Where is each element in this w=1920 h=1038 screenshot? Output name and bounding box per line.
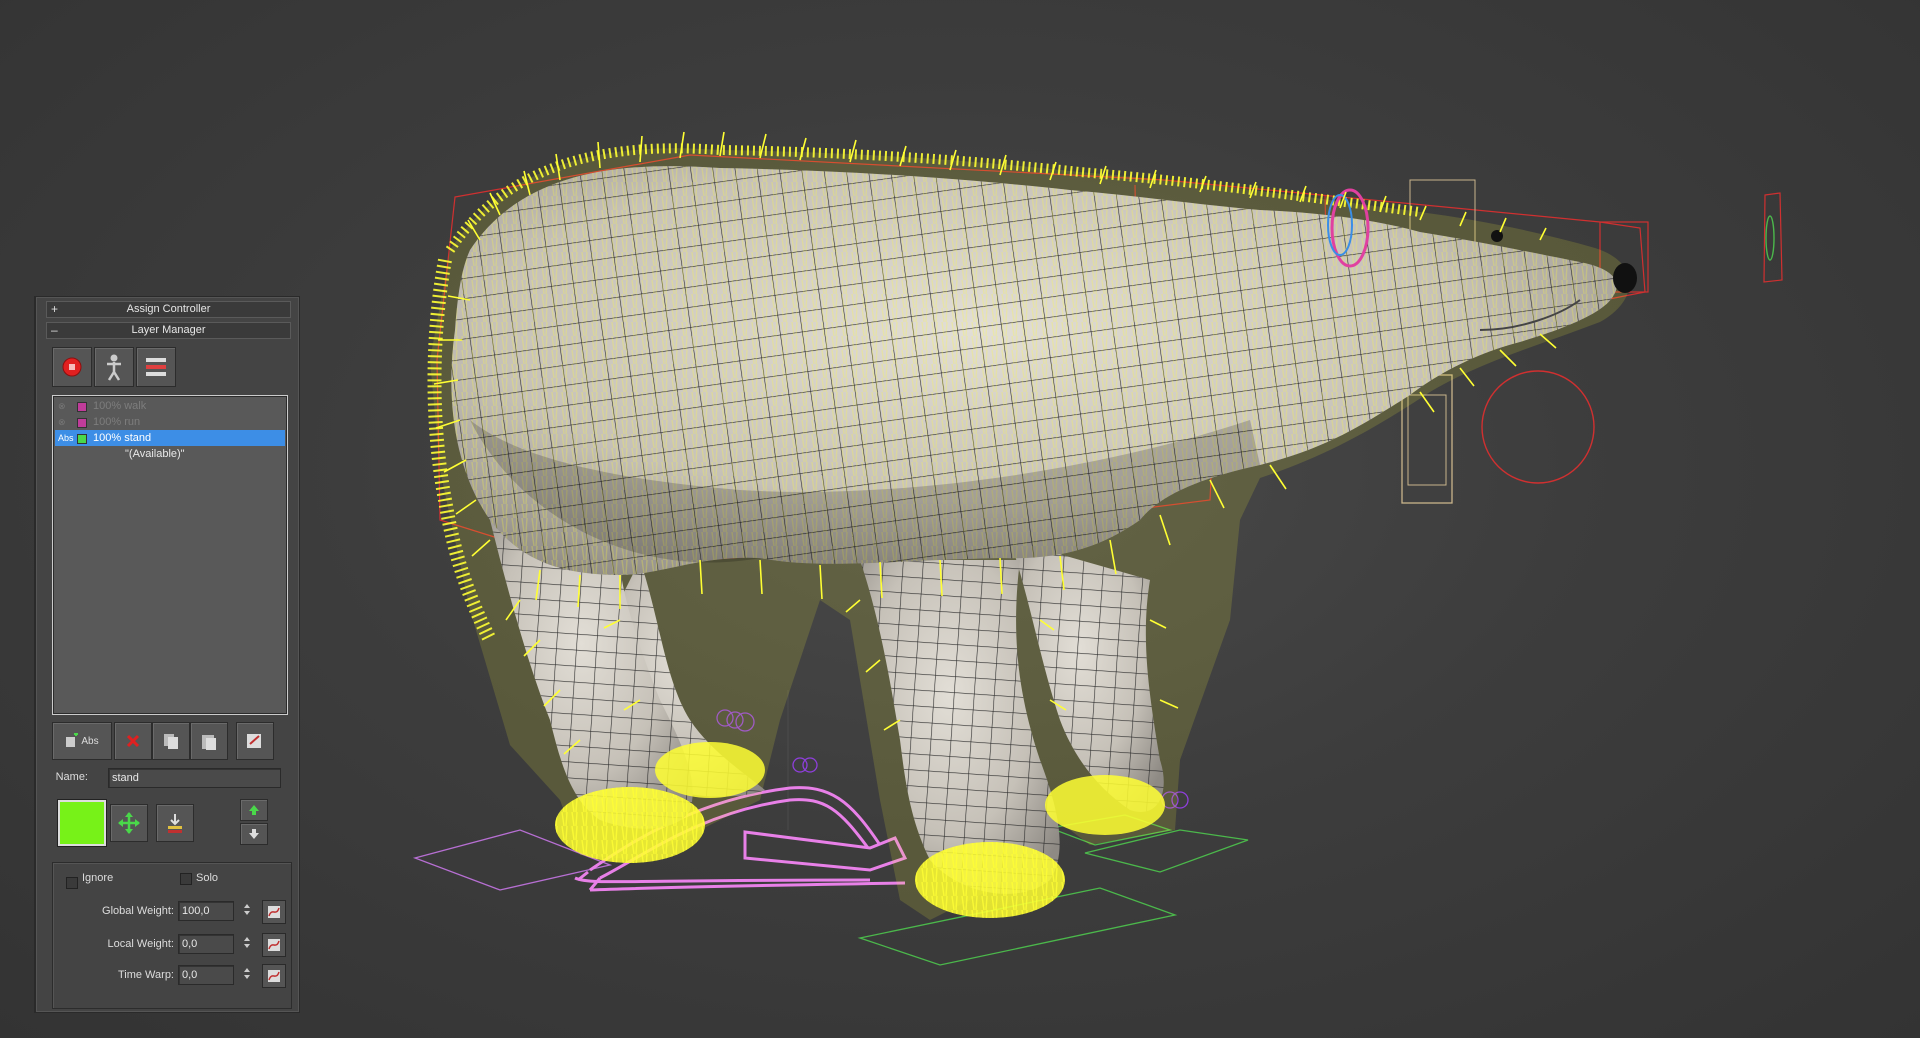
rollout-title: Assign Controller [126,303,211,315]
rollout-title: Layer Manager [131,324,206,336]
global-weight-field[interactable]: 100,0 [178,901,234,921]
layer-lock-icon: ⊗ [58,401,66,411]
collapse-layer-button[interactable] [236,722,274,760]
move-arrows-icon [118,812,140,834]
local-weight-key-button[interactable] [262,933,286,957]
global-weight-key-button[interactable] [262,900,286,924]
rollout-expand-icon: + [51,302,59,316]
global-weight-spinner[interactable] [242,901,252,921]
rollout-assign-controller[interactable]: + Assign Controller [46,301,291,318]
curve-editor-icon [268,970,280,982]
layer-color-swatch [77,434,87,444]
new-layer-icon [66,733,79,747]
local-weight-spinner[interactable] [242,934,252,954]
move-layer-down-button[interactable] [240,823,268,845]
layer-manager-panel: + Assign Controller – Layer Manager ⊗ 10… [34,296,300,1013]
name-label: Name: [55,771,88,783]
layers-list-icon [146,358,166,376]
record-layer-button[interactable] [52,347,92,387]
layer-list[interactable]: ⊗ 100% walk ⊗ 100% run Abs 100% stand "(… [52,395,288,715]
available-label: "(Available)" [125,448,185,460]
layer-name: 100% walk [93,400,147,412]
move-layer-up-button[interactable] [240,799,268,821]
rollout-collapse-icon: – [51,323,58,337]
time-warp-label: Time Warp: [117,969,174,981]
paste-icon [202,735,216,750]
solo-checkbox[interactable] [180,873,192,885]
local-weight-field[interactable]: 0,0 [178,934,234,954]
time-warp-field[interactable]: 0,0 [178,965,234,985]
curve-editor-icon [268,939,280,951]
layer-name: 100% run [93,416,141,428]
solo-label: Solo [196,872,219,884]
layer-name: 100% stand [93,432,152,444]
local-weight-label: Local Weight: [107,938,174,950]
layer-mode-tag: Abs [58,433,74,443]
biped-button[interactable] [94,347,134,387]
arrow-down-icon [249,829,259,839]
layer-lock-icon: ⊗ [58,417,66,427]
biped-figure-icon [107,354,121,381]
time-warp-key-button[interactable] [262,964,286,988]
new-layer-button[interactable]: Abs [52,722,112,760]
layer-options-group [52,862,292,1009]
layer-down-icon [168,814,182,833]
layer-color-swatch [77,418,87,428]
delete-layer-button[interactable] [114,722,152,760]
layer-name-field[interactable]: stand [108,768,281,788]
time-warp-spinner[interactable] [242,965,252,985]
move-layer-button[interactable] [110,804,148,842]
collapse-to-base-button[interactable] [156,804,194,842]
new-layer-mode: Abs [81,735,99,747]
paste-layer-button[interactable] [190,722,228,760]
layer-row-selected[interactable]: Abs 100% stand [55,430,285,446]
collapse-icon [247,734,261,748]
layer-row[interactable]: ⊗ 100% run [55,414,285,430]
copy-layer-button[interactable] [152,722,190,760]
record-icon [62,357,82,377]
curve-editor-icon [268,906,280,918]
layer-row[interactable]: ⊗ 100% walk [55,398,285,414]
rollout-layer-manager[interactable]: – Layer Manager [46,322,291,339]
layer-row-available[interactable]: "(Available)" [55,446,285,462]
layer-color-button[interactable] [58,800,106,846]
copy-icon [164,734,178,749]
ignore-label: Ignore [82,872,114,884]
layer-color-swatch [77,402,87,412]
ignore-checkbox[interactable] [66,877,78,889]
layer-properties-button[interactable] [136,347,176,387]
arrow-up-icon [249,805,259,815]
global-weight-label: Global Weight: [102,905,174,917]
delete-icon [126,734,140,748]
